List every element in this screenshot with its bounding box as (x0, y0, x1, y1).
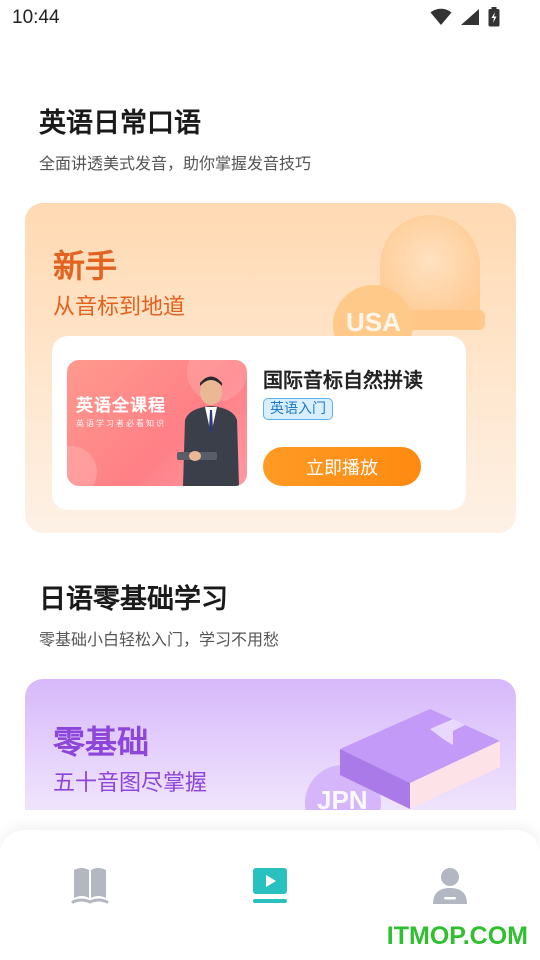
english-course-card[interactable]: USA 新手 从音标到地道 英语全课程 英语学习者必看知识 国际音标自然拼读 英… (25, 203, 516, 533)
japanese-course-card[interactable]: JPN 零基础 五十音图尽掌握 (25, 679, 516, 810)
status-bar: 10:44 (0, 0, 540, 36)
user-icon (433, 868, 467, 904)
english-card-subheading: 从音标到地道 (53, 295, 186, 320)
wifi-icon (430, 8, 452, 25)
course-thumbnail[interactable]: 英语全课程 英语学习者必看知识 (67, 360, 247, 486)
status-time: 10:44 (12, 7, 60, 28)
signal-icon (461, 9, 479, 25)
japanese-card-heading: 零基础 (53, 723, 150, 761)
battery-icon (488, 7, 500, 27)
japanese-card-subheading: 五十音图尽掌握 (53, 771, 208, 796)
nav-item-profile[interactable] (430, 864, 470, 906)
nav-item-book[interactable] (70, 864, 110, 906)
english-card-heading: 新手 (53, 247, 118, 285)
book-illustration (340, 709, 500, 809)
course-name[interactable]: 国际音标自然拼读 (263, 364, 423, 393)
course-panel[interactable]: 英语全课程 英语学习者必看知识 国际音标自然拼读 英语入门 立即播放 (52, 336, 466, 510)
video-play-icon (253, 868, 287, 903)
thumb-subtitle: 英语学习者必看知识 (76, 419, 166, 428)
book-icon (71, 868, 109, 904)
nav-item-video[interactable] (250, 864, 290, 906)
watermark: ITMOP.COM (386, 922, 528, 950)
teacher-illustration (177, 376, 239, 486)
english-section-title: 英语日常口语 (39, 108, 201, 139)
course-level-tag: 英语入门 (263, 398, 333, 420)
play-now-button[interactable]: 立即播放 (263, 447, 421, 486)
thumb-deco-circle (67, 446, 97, 486)
thumb-title: 英语全课程 (76, 396, 166, 416)
status-icons (430, 7, 500, 27)
english-section-subtitle: 全面讲透美式发音，助你掌握发音技巧 (39, 154, 312, 173)
usa-badge-text: USA (346, 307, 401, 337)
japanese-section-title: 日语零基础学习 (39, 584, 228, 615)
japanese-section-subtitle: 零基础小白轻松入门，学习不用愁 (39, 630, 280, 649)
